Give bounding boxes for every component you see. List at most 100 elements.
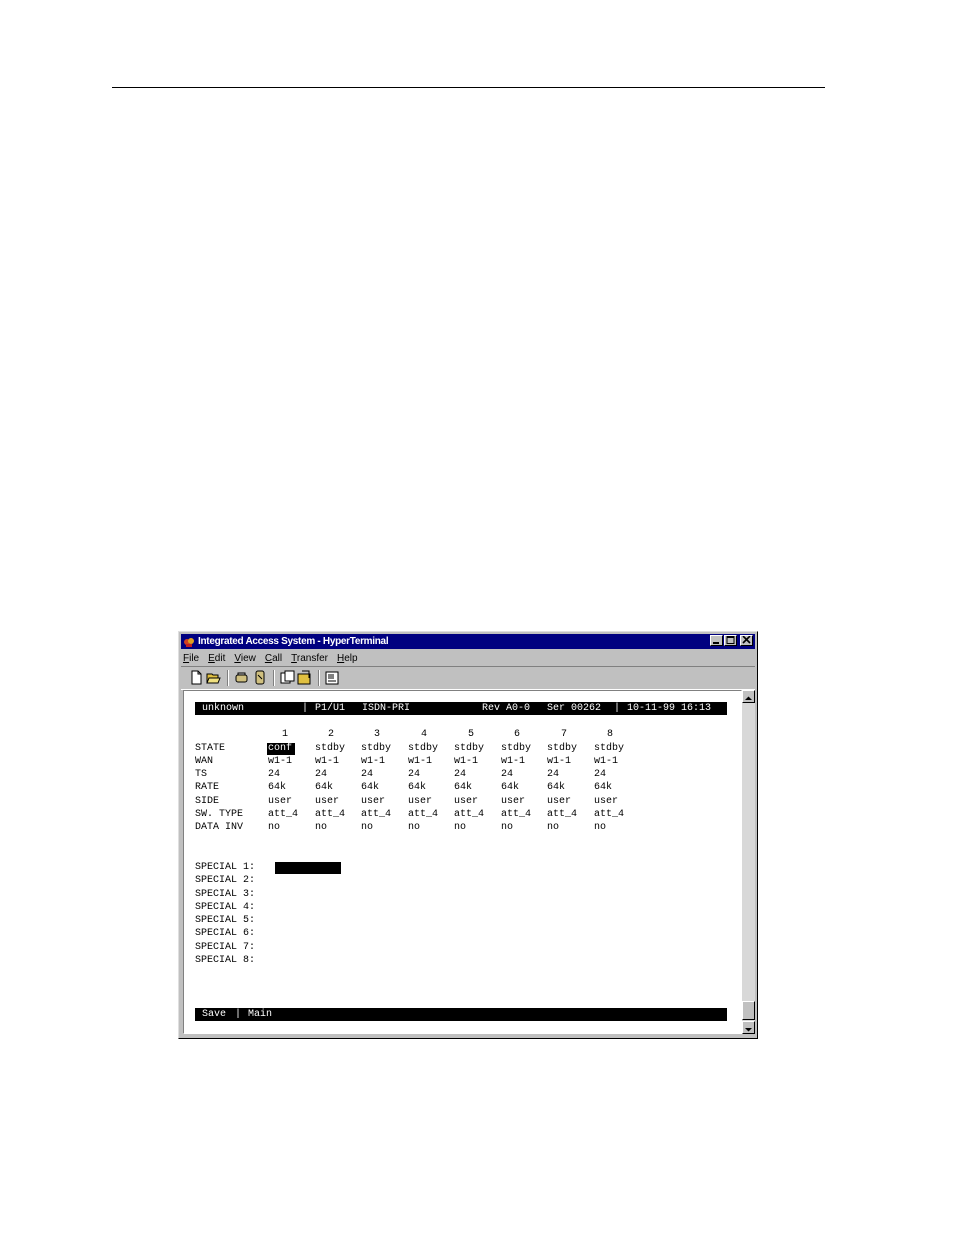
menu-help[interactable]: Help <box>337 653 358 664</box>
table-cell[interactable]: stdby <box>454 743 484 755</box>
table-cell[interactable]: w1-1 <box>408 756 432 768</box>
table-cell[interactable]: w1-1 <box>547 756 571 768</box>
table-cell[interactable]: user <box>454 796 478 808</box>
column-header: 5 <box>468 729 475 740</box>
scroll-down-button[interactable] <box>742 1021 755 1034</box>
table-cell[interactable]: no <box>268 822 280 834</box>
table-cell[interactable]: 64k <box>454 782 472 794</box>
table-cell[interactable]: w1-1 <box>454 756 478 768</box>
table-cell[interactable]: 64k <box>361 782 379 794</box>
open-icon[interactable] <box>206 670 221 685</box>
scroll-up-button[interactable] <box>742 690 755 703</box>
table-cell[interactable]: stdby <box>594 743 624 755</box>
table-cell[interactable]: 24 <box>501 769 513 781</box>
table-cell[interactable]: att_4 <box>501 809 531 821</box>
save-command[interactable]: Save <box>202 1009 226 1021</box>
header-card-type: ISDN-PRI <box>362 703 411 714</box>
table-cell[interactable]: att_4 <box>454 809 484 821</box>
table-cell[interactable]: w1-1 <box>501 756 525 768</box>
header-separator: | <box>614 703 621 714</box>
special-1-input[interactable] <box>275 862 341 874</box>
table-cell[interactable]: 24 <box>454 769 466 781</box>
main-command[interactable]: Main <box>248 1009 272 1021</box>
menu-file[interactable]: File <box>183 653 199 664</box>
table-cell[interactable]: stdby <box>361 743 391 755</box>
table-cell[interactable]: user <box>361 796 385 808</box>
table-cell[interactable]: att_4 <box>315 809 345 821</box>
header-serial: Ser 00262 <box>547 703 602 714</box>
toolbar-separator <box>227 670 229 686</box>
row-label-side: SIDE <box>195 796 220 807</box>
table-cell[interactable]: user <box>315 796 339 808</box>
table-cell[interactable]: stdby <box>408 743 438 755</box>
row-label-rate: RATE <box>195 782 220 793</box>
table-cell[interactable]: user <box>268 796 292 808</box>
properties-icon[interactable] <box>325 670 340 685</box>
table-cell[interactable]: 64k <box>408 782 426 794</box>
table-cell[interactable]: w1-1 <box>361 756 385 768</box>
menu-transfer[interactable]: Transfer <box>291 653 328 664</box>
table-cell[interactable]: 24 <box>547 769 559 781</box>
new-icon[interactable] <box>189 670 204 685</box>
table-cell[interactable]: 24 <box>361 769 373 781</box>
disconnect-icon[interactable] <box>253 670 268 685</box>
table-cell[interactable]: user <box>408 796 432 808</box>
table-cell[interactable]: stdby <box>315 743 345 755</box>
table-cell[interactable]: 64k <box>501 782 519 794</box>
table-cell[interactable]: user <box>501 796 525 808</box>
table-cell[interactable]: no <box>454 822 466 834</box>
header-datetime: 10-11-99 16:13 <box>627 703 712 714</box>
header-separator: | <box>302 703 309 714</box>
special-label: SPECIAL 6: <box>195 928 256 939</box>
connect-icon[interactable] <box>234 670 249 685</box>
table-cell[interactable]: 64k <box>268 782 286 794</box>
table-cell[interactable]: w1-1 <box>594 756 618 768</box>
row-label-wan: WAN <box>195 756 214 767</box>
table-cell[interactable]: no <box>501 822 513 834</box>
table-cell[interactable]: 24 <box>408 769 420 781</box>
table-cell[interactable]: w1-1 <box>315 756 339 768</box>
table-cell[interactable]: no <box>361 822 373 834</box>
special-label: SPECIAL 1: <box>195 862 256 873</box>
footer-separator: | <box>235 1009 242 1020</box>
vertical-scrollbar[interactable] <box>742 690 755 1034</box>
close-button[interactable] <box>740 635 753 646</box>
menu-view[interactable]: View <box>234 653 256 664</box>
table-cell[interactable]: att_4 <box>268 809 298 821</box>
table-cell[interactable]: att_4 <box>547 809 577 821</box>
table-cell[interactable]: 64k <box>547 782 565 794</box>
send-icon[interactable] <box>280 670 295 685</box>
table-cell[interactable]: att_4 <box>361 809 391 821</box>
table-cell[interactable]: no <box>547 822 559 834</box>
table-cell[interactable]: att_4 <box>408 809 438 821</box>
table-cell[interactable]: stdby <box>501 743 531 755</box>
maximize-button[interactable] <box>724 635 737 646</box>
row-label-state: STATE <box>195 743 226 754</box>
receive-icon[interactable] <box>297 670 312 685</box>
special-label: SPECIAL 3: <box>195 889 256 900</box>
table-cell[interactable]: user <box>547 796 571 808</box>
table-cell[interactable]: 24 <box>268 769 280 781</box>
table-cell[interactable]: att_4 <box>594 809 624 821</box>
state-cell-selected[interactable]: conf <box>267 743 296 755</box>
minimize-button[interactable] <box>710 635 723 646</box>
menu-call[interactable]: Call <box>265 653 282 664</box>
table-cell[interactable]: 24 <box>315 769 327 781</box>
table-cell[interactable]: no <box>315 822 327 834</box>
table-cell[interactable]: stdby <box>547 743 577 755</box>
table-cell[interactable]: no <box>408 822 420 834</box>
header-slot: P1/U1 <box>315 703 346 714</box>
table-cell[interactable]: user <box>594 796 618 808</box>
table-cell[interactable]: w1-1 <box>268 756 292 768</box>
table-cell[interactable]: 64k <box>315 782 333 794</box>
table-cell[interactable]: 64k <box>594 782 612 794</box>
scroll-thumb[interactable] <box>742 1001 755 1020</box>
table-cell[interactable]: 24 <box>594 769 606 781</box>
maximize-icon <box>726 636 735 644</box>
row-label-data-inv: DATA INV <box>195 822 244 833</box>
close-icon <box>742 636 751 644</box>
title-bar[interactable]: Integrated Access System - HyperTerminal <box>181 634 755 649</box>
table-cell[interactable]: no <box>594 822 606 834</box>
menu-edit[interactable]: Edit <box>208 653 225 664</box>
terminal-screen[interactable] <box>183 690 742 1034</box>
